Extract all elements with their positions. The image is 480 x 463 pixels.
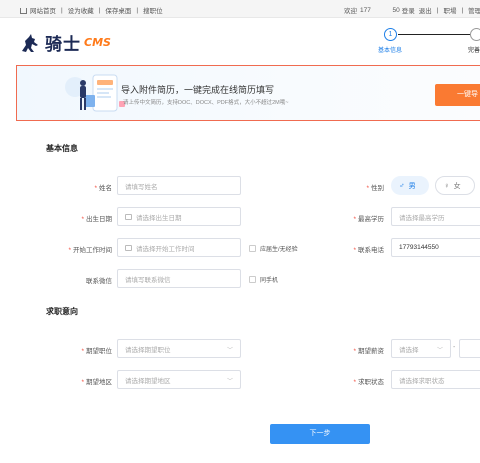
top-bar: 网站首页 | 设为收藏 | 保存桌面 | 搜职位 欢迎 177 50 登录 退出… (0, 0, 480, 18)
education-label: * 最高学历 (353, 216, 384, 223)
education-select[interactable]: 请选择最高学历 (391, 207, 480, 226)
link-favorite[interactable]: 设为收藏 (68, 5, 94, 15)
step-connector (398, 34, 470, 35)
phone-input[interactable]: 17793144550 (391, 238, 480, 257)
salary-range-dash: - (453, 344, 456, 351)
position-select[interactable]: 请选择期望职位 ﹀ (117, 339, 241, 358)
basic-info-title: 基本信息 (46, 144, 78, 153)
link-save-desktop[interactable]: 保存桌面 (105, 5, 131, 15)
top-links: 网站首页 | 设为收藏 | 保存桌面 | 搜职位 (20, 5, 163, 15)
fresh-grad-checkbox[interactable]: 应届生/无经验 (249, 244, 298, 253)
next-step-button[interactable]: 下一步 (270, 424, 370, 444)
chevron-down-icon: ﹀ (226, 379, 233, 385)
link-homepage[interactable]: 网站首页 (30, 5, 56, 15)
status-label: * 求职状态 (353, 379, 384, 386)
chevron-down-icon: ﹀ (226, 348, 233, 354)
site-logo[interactable]: 骑士 CMS (20, 30, 111, 55)
job-intent-title: 求职意向 (46, 307, 78, 316)
gender-label: * 性别 (366, 185, 384, 192)
step-1-label: 基本信息 (378, 48, 403, 54)
one-click-import-button[interactable]: 一键导 (435, 84, 480, 106)
phone-label: * 联系电话 (353, 247, 384, 254)
wechat-input[interactable]: 请填写联系微信 (117, 269, 241, 288)
chevron-down-icon: ﹀ (436, 348, 443, 354)
admin-link[interactable]: 管理中 (468, 5, 480, 15)
import-resume-banner: 导入附件简历，一键完成在线简历填写 请上传中文简历，支持DOC、DOCX、PDF… (16, 65, 480, 121)
salary-max-select[interactable] (459, 339, 480, 358)
birth-label: * 出生日期 (81, 216, 112, 223)
resume-illustration-icon (65, 74, 125, 112)
gender-male-option[interactable]: ♂ 男 (391, 176, 429, 195)
male-icon: ♂ (399, 181, 405, 190)
wechat-label: 联系微信 (86, 278, 112, 285)
user-area: 欢迎 177 50 登录 退出 | 职場 | 管理中 (344, 5, 480, 16)
home-icon (20, 8, 27, 14)
work-start-input[interactable]: 请选择开始工作时间 (117, 238, 241, 257)
step-2-circle (470, 28, 480, 41)
work-start-label: * 开始工作时间 (68, 247, 112, 254)
step-1-circle: 1 (384, 28, 397, 41)
recruit-link[interactable]: 职場 (443, 5, 456, 15)
welcome-text: 欢迎 (344, 8, 357, 15)
calendar-icon (125, 213, 132, 220)
name-label: * 姓名 (94, 185, 112, 192)
banner-subtitle: 请上传中文简历，支持DOC、DOCX、PDF格式，大小不超过2M哦~ (123, 100, 289, 106)
link-search-jobs[interactable]: 搜职位 (143, 5, 163, 15)
gender-female-option[interactable]: ♀ 女 (435, 176, 475, 195)
position-label: * 期望职位 (81, 348, 112, 355)
header: 骑士 CMS 1 基本信息 完善 (0, 18, 480, 62)
user-phone: 177 50 (360, 6, 400, 14)
checkbox-box[interactable] (249, 276, 256, 283)
salary-label: * 期望薪资 (353, 348, 384, 355)
brand-suffix: CMS (84, 36, 111, 49)
area-select[interactable]: 请选择期望地区 ﹀ (117, 370, 241, 389)
birth-date-input[interactable]: 请选择出生日期 (117, 207, 241, 226)
area-label: * 期望地区 (81, 379, 112, 386)
logout-link[interactable]: 退出 (419, 5, 432, 15)
banner-title: 导入附件简历，一键完成在线简历填写 (121, 85, 275, 95)
login-status: 登录 (401, 8, 415, 15)
step-2-label: 完善 (468, 48, 480, 54)
salary-min-select[interactable]: 请选择 ﹀ (391, 339, 451, 358)
name-input[interactable]: 请填写姓名 (117, 176, 241, 195)
same-as-phone-checkbox[interactable]: 同手机 (249, 275, 278, 284)
female-icon: ♀ (444, 181, 450, 190)
checkbox-box[interactable] (249, 245, 256, 252)
status-select[interactable]: 请选择求职状态 (391, 370, 480, 389)
brand-name: 骑士 (45, 35, 81, 55)
knight-horse-icon (22, 33, 38, 52)
calendar-icon (125, 244, 132, 251)
progress-steps: 1 基本信息 完善 (372, 26, 480, 62)
